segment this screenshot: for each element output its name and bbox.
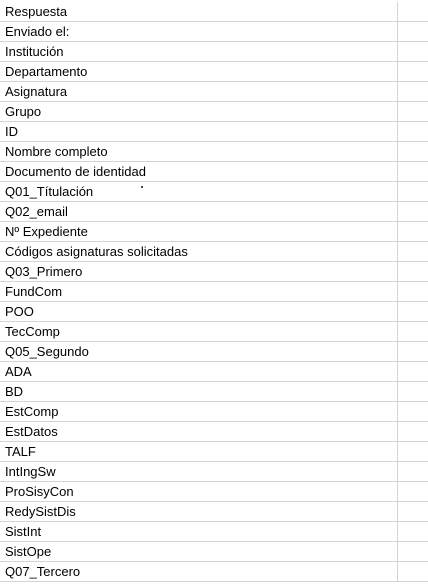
cell-column-b[interactable]	[398, 262, 428, 282]
table-row: Enviado el:	[0, 21, 428, 42]
cell-column-b[interactable]	[398, 462, 428, 482]
cell-column-a[interactable]: SistOpe	[0, 541, 398, 562]
cell-column-b[interactable]	[398, 482, 428, 502]
table-row: Q01_Títulación	[0, 181, 428, 202]
table-row: Nombre completo	[0, 141, 428, 162]
table-row: Departamento	[0, 61, 428, 82]
cell-column-a[interactable]: Institución	[0, 41, 398, 62]
cell-column-b[interactable]	[398, 362, 428, 382]
table-row: ProSisyCon	[0, 481, 428, 502]
spreadsheet-grid: Respuesta Enviado el: Institución Departame…	[0, 0, 428, 585]
cell-column-a[interactable]: FundCom	[0, 281, 398, 302]
cell-column-a[interactable]: Respuesta	[0, 1, 398, 22]
table-row: BD	[0, 381, 428, 402]
table-row: Q03_Primero	[0, 261, 428, 282]
cell-column-a[interactable]: POO	[0, 301, 398, 322]
table-row: Códigos asignaturas solicitadas	[0, 241, 428, 262]
table-row: Q05_Segundo	[0, 341, 428, 362]
cell-column-a[interactable]: EstDatos	[0, 421, 398, 442]
cell-column-a[interactable]: ProSisyCon	[0, 481, 398, 502]
cell-column-a[interactable]: SistInt	[0, 521, 398, 542]
cell-column-b[interactable]	[398, 422, 428, 442]
cell-column-b[interactable]	[398, 42, 428, 62]
cell-column-b[interactable]	[398, 122, 428, 142]
table-row: Nº Expediente	[0, 221, 428, 242]
table-row: EstComp	[0, 401, 428, 422]
cell-column-a[interactable]: Asignatura	[0, 81, 398, 102]
table-row: Q07_Tercero	[0, 561, 428, 582]
cell-column-b[interactable]	[398, 302, 428, 322]
cell-column-a[interactable]: Q02_email	[0, 201, 398, 222]
table-row: Institución	[0, 41, 428, 62]
cell-column-a[interactable]: Grupo	[0, 101, 398, 122]
cell-column-b[interactable]	[398, 2, 428, 22]
table-row: IntIngSw	[0, 461, 428, 482]
cell-column-a[interactable]: TALF	[0, 441, 398, 462]
cell-column-b[interactable]	[398, 442, 428, 462]
cell-column-b[interactable]	[398, 282, 428, 302]
column-a-rows: Respuesta Enviado el: Institución Departame…	[0, 1, 428, 582]
cell-column-b[interactable]	[398, 542, 428, 562]
cell-column-b[interactable]	[398, 522, 428, 542]
table-row: RedySistDis	[0, 501, 428, 522]
cell-column-a[interactable]: IntIngSw	[0, 461, 398, 482]
cell-column-b[interactable]	[398, 202, 428, 222]
cell-column-b[interactable]	[398, 562, 428, 582]
cell-column-a[interactable]: Departamento	[0, 61, 398, 82]
cell-column-a[interactable]: Q03_Primero	[0, 261, 398, 282]
cell-column-a[interactable]: Q01_Títulación	[0, 181, 398, 202]
cell-column-a[interactable]: Nombre completo	[0, 141, 398, 162]
cell-column-a[interactable]: RedySistDis	[0, 501, 398, 522]
table-row: Respuesta	[0, 1, 428, 22]
cell-column-a[interactable]: BD	[0, 381, 398, 402]
cell-column-a[interactable]: Nº Expediente	[0, 221, 398, 242]
cell-column-a[interactable]: Códigos asignaturas solicitadas	[0, 241, 398, 262]
table-row: TALF	[0, 441, 428, 462]
cell-column-b[interactable]	[398, 142, 428, 162]
cell-column-a[interactable]: ADA	[0, 361, 398, 382]
table-row: EstDatos	[0, 421, 428, 442]
cell-column-b[interactable]	[398, 382, 428, 402]
cell-column-b[interactable]	[398, 102, 428, 122]
table-row: TecComp	[0, 321, 428, 342]
cell-column-b[interactable]	[398, 242, 428, 262]
table-row: FundCom	[0, 281, 428, 302]
table-row: SistInt	[0, 521, 428, 542]
cell-column-a[interactable]: Q05_Segundo	[0, 341, 398, 362]
cell-column-b[interactable]	[398, 502, 428, 522]
cell-column-a[interactable]: EstComp	[0, 401, 398, 422]
table-row: ADA	[0, 361, 428, 382]
table-row: Grupo	[0, 101, 428, 122]
cell-column-a[interactable]: Enviado el:	[0, 21, 398, 42]
cell-column-a[interactable]: Q07_Tercero	[0, 561, 398, 582]
stray-mark	[141, 186, 143, 188]
cell-column-b[interactable]	[398, 402, 428, 422]
table-row: POO	[0, 301, 428, 322]
cell-column-a[interactable]: TecComp	[0, 321, 398, 342]
cell-column-b[interactable]	[398, 322, 428, 342]
table-row: ID	[0, 121, 428, 142]
cell-column-b[interactable]	[398, 182, 428, 202]
table-row: Asignatura	[0, 81, 428, 102]
cell-column-b[interactable]	[398, 162, 428, 182]
cell-column-a[interactable]: ID	[0, 121, 398, 142]
cell-column-b[interactable]	[398, 22, 428, 42]
table-row: Q02_email	[0, 201, 428, 222]
cell-column-a[interactable]: Documento de identidad	[0, 161, 398, 182]
cell-column-b[interactable]	[398, 62, 428, 82]
table-row: SistOpe	[0, 541, 428, 562]
cell-column-b[interactable]	[398, 342, 428, 362]
table-row: Documento de identidad	[0, 161, 428, 182]
cell-column-b[interactable]	[398, 222, 428, 242]
cell-column-b[interactable]	[398, 82, 428, 102]
